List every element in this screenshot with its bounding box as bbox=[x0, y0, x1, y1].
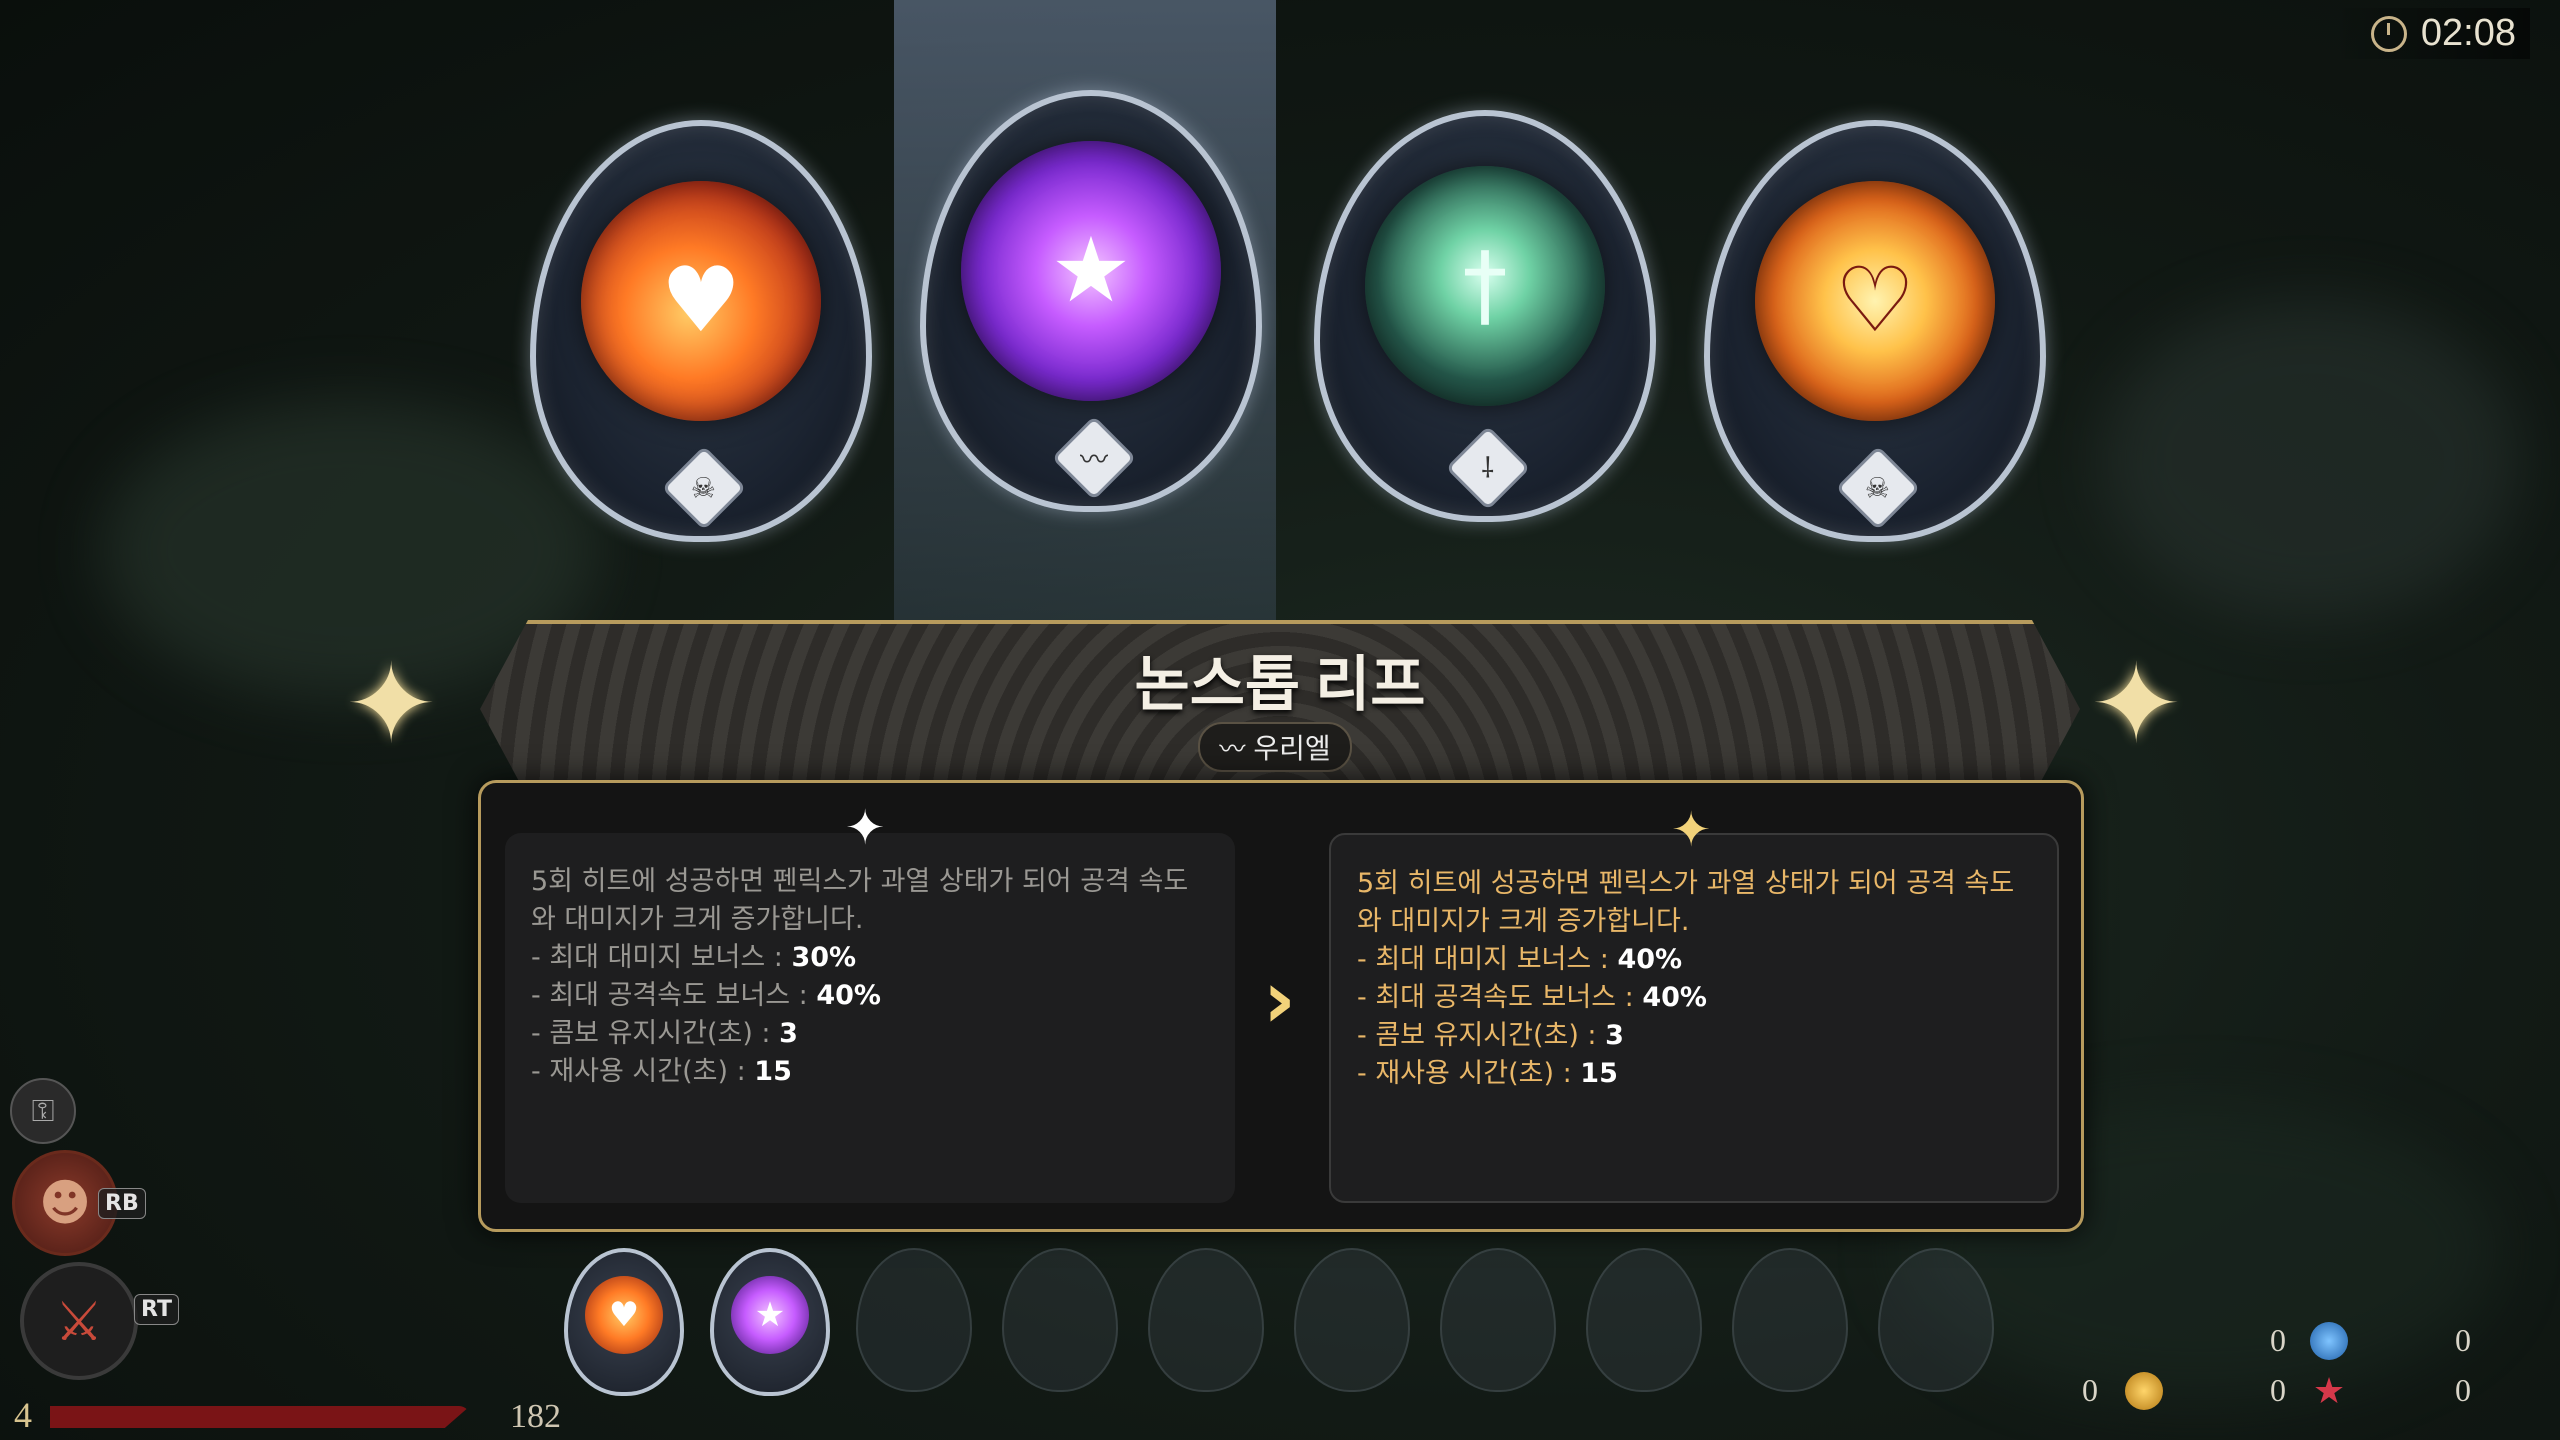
red-star-icon: ★ bbox=[2312, 1370, 2346, 1412]
rt-button-label: RT bbox=[134, 1294, 179, 1325]
stat-line: - 최대 대미지 보너스 : 40% bbox=[1357, 944, 1683, 975]
health-bar bbox=[50, 1406, 470, 1428]
orb-frame: † ⸸ bbox=[1314, 110, 1656, 522]
flame-skull-icon: ☠ bbox=[1835, 445, 1921, 531]
description-line: 5회 히트에 성공하면 펜릭스가 과열 상태가 되어 공격 속도 bbox=[1357, 868, 2015, 899]
counter-value: 0 bbox=[2455, 1322, 2471, 1358]
player-level: 4 bbox=[14, 1395, 32, 1435]
counter-value: 0 bbox=[2270, 1372, 2286, 1408]
pulse-icon: 〰 bbox=[1219, 734, 1246, 765]
heart-outline-icon: ♡ bbox=[1834, 248, 1916, 353]
heart-icon: ♥ bbox=[660, 248, 742, 353]
inventory-slot-empty[interactable] bbox=[1732, 1248, 1848, 1392]
health-value: 182 bbox=[510, 1398, 561, 1435]
background-foliage bbox=[2100, 300, 2520, 620]
weapon-icon[interactable]: ⚔ bbox=[20, 1262, 138, 1380]
pulse-icon: 〰 bbox=[1051, 415, 1137, 501]
inventory-slot-empty[interactable] bbox=[1294, 1248, 1410, 1392]
orb-choice-2-selected[interactable]: ★ 〰 bbox=[894, 0, 1276, 620]
owner-label: 우리엘 bbox=[1253, 732, 1331, 765]
inventory-slot-2[interactable]: ★ bbox=[710, 1248, 830, 1396]
diamond-icon: ✦ bbox=[845, 800, 886, 856]
counter-value: 0 bbox=[2270, 1322, 2286, 1358]
inventory-slot-empty[interactable] bbox=[1002, 1248, 1118, 1392]
stat-line: - 재사용 시간(초) : 15 bbox=[531, 1056, 792, 1087]
ability-title: 논스톱 리프 bbox=[1134, 652, 1426, 718]
fire-heart-orb: ♥ bbox=[585, 1276, 663, 1354]
counter-value: 0 bbox=[2082, 1372, 2098, 1408]
flame-skull-icon: ☠ bbox=[661, 445, 747, 531]
description-line: 5회 히트에 성공하면 펜릭스가 과열 상태가 되어 공격 속도 bbox=[531, 866, 1189, 897]
ability-description-panel: ✦ 5회 히트에 성공하면 펜릭스가 과열 상태가 되어 공격 속도 와 대미지… bbox=[478, 780, 2084, 1232]
stat-line: - 최대 공격속도 보너스 : 40% bbox=[1357, 982, 1707, 1013]
star-burst-orb: ★ bbox=[731, 1276, 809, 1354]
sword-orb: † bbox=[1365, 166, 1605, 406]
flame-heart-orb: ♡ bbox=[1755, 181, 1995, 421]
current-level-description: ✦ 5회 히트에 성공하면 펜릭스가 과열 상태가 되어 공격 속도 와 대미지… bbox=[505, 804, 1235, 1203]
inventory-slot-empty[interactable] bbox=[856, 1248, 972, 1392]
orb-frame: ♥ ☠ bbox=[530, 120, 872, 542]
stat-line: - 최대 대미지 보너스 : 30% bbox=[531, 942, 857, 973]
inventory-slot-empty[interactable] bbox=[1148, 1248, 1264, 1392]
rb-button-label: RB bbox=[98, 1188, 146, 1219]
description-line: 와 대미지가 크게 증가합니다. bbox=[1357, 906, 1690, 937]
orb-choice-3[interactable]: † ⸸ bbox=[1294, 60, 1664, 540]
sword-icon: ⸸ bbox=[1445, 425, 1531, 511]
orb-choice-4[interactable]: ♡ ☠ bbox=[1684, 70, 2054, 550]
sword-icon: † bbox=[1462, 233, 1508, 338]
game-timer: 02:08 bbox=[2330, 8, 2530, 59]
stat-line: - 콤보 유지시간(초) : 3 bbox=[1357, 1020, 1624, 1051]
timer-value: 02:08 bbox=[2420, 12, 2516, 54]
star-burst-orb: ★ bbox=[961, 141, 1221, 401]
star-icon: ★ bbox=[1050, 218, 1132, 323]
orb-frame: ♡ ☠ bbox=[1704, 120, 2046, 542]
chevron-right-icon: › bbox=[1263, 953, 1296, 1046]
inventory-slot-empty[interactable] bbox=[1586, 1248, 1702, 1392]
stat-line: - 재사용 시간(초) : 15 bbox=[1357, 1058, 1618, 1089]
orb-frame: ★ 〰 bbox=[920, 90, 1262, 512]
diamond-icon: ✦ bbox=[1671, 802, 1712, 858]
clock-icon bbox=[2370, 15, 2407, 52]
stat-line: - 콤보 유지시간(초) : 3 bbox=[531, 1018, 798, 1049]
lock-icon: ⚿ bbox=[10, 1078, 76, 1144]
counter-value: 0 bbox=[2455, 1372, 2471, 1408]
inventory-slot-1[interactable]: ♥ bbox=[564, 1248, 684, 1396]
upgraded-level-description: ✦ 5회 히트에 성공하면 펜릭스가 과열 상태가 되어 공격 속도 와 대미지… bbox=[1329, 806, 2059, 1203]
blue-gem-icon bbox=[2310, 1322, 2348, 1360]
stat-line: - 최대 공격속도 보너스 : 40% bbox=[531, 980, 881, 1011]
fire-heart-orb: ♥ bbox=[581, 181, 821, 421]
inventory-slot-empty[interactable] bbox=[1440, 1248, 1556, 1392]
orb-choice-1[interactable]: ♥ ☠ bbox=[510, 70, 880, 550]
gold-coin-icon bbox=[2125, 1372, 2163, 1410]
description-line: 와 대미지가 크게 증가합니다. bbox=[531, 904, 864, 935]
ability-owner: 〰 우리엘 bbox=[1198, 722, 1352, 772]
